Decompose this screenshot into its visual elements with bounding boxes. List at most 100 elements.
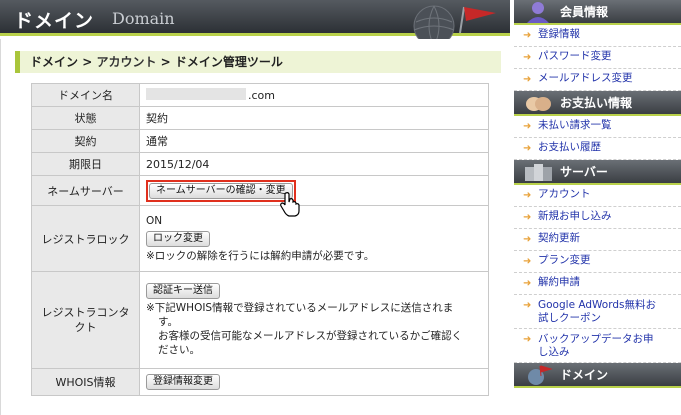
lock-status: ON (146, 215, 163, 227)
arrow-right-icon: ➜ (523, 30, 532, 41)
globe-icon (528, 365, 553, 385)
sidebar-header-payment: お支払い情報 (514, 91, 681, 116)
server-icon (525, 164, 552, 181)
whois-edit-button[interactable]: 登録情報変更 (146, 374, 220, 390)
globe-icon (413, 5, 455, 42)
contract-value: 通常 (139, 129, 489, 153)
expiry-value: 2015/12/04 (139, 152, 489, 176)
sidebar-item-label: メールアドレス変更 (538, 72, 633, 84)
breadcrumb: ドメイン > アカウント > ドメイン管理ツール (15, 51, 501, 73)
table-row: レジストラロック ON ロック変更 ※ロックの解除を行うには解約申請が必要です。 (31, 205, 489, 272)
contract-label: 契約 (31, 129, 140, 153)
sidebar-header-domain: ドメイン (514, 363, 681, 388)
domain-label: ドメイン名 (31, 83, 140, 107)
contact-label-line1: レジストラコンタ (41, 306, 130, 319)
whois-label: WHOIS情報 (31, 368, 140, 396)
whois-cell: 登録情報変更 (139, 368, 489, 396)
auth-key-wrap: 認証キー送信 (146, 283, 482, 299)
sidebar-item-label: アカウント (538, 188, 591, 200)
domain-info-table: ドメイン名 .com 状態 契約 契約 通常 期限日 2015/12/04 ネー… (31, 83, 489, 396)
user-icon (527, 2, 549, 23)
sidebar-header-member: 会員情報 (514, 0, 681, 25)
sidebar-domain-title: ドメイン (560, 368, 609, 382)
breadcrumb-sep: > (156, 55, 175, 69)
sidebar-member-title: 会員情報 (560, 5, 609, 19)
arrow-right-icon: ➜ (523, 278, 532, 289)
sidebar-member-menu: ➜ 登録情報 ➜ パスワード変更 ➜ メールアドレス変更 (514, 25, 681, 91)
header-title-jp: ドメイン (14, 10, 95, 32)
sidebar-item-unpaid[interactable]: ➜ 未払い請求一覧 (514, 116, 681, 138)
arrow-right-icon: ➜ (523, 334, 532, 345)
arrow-right-icon: ➜ (523, 234, 532, 245)
sidebar-item-label: プラン変更 (538, 254, 591, 266)
expiry-label: 期限日 (31, 152, 140, 176)
lock-button-wrap: ロック変更 (146, 231, 482, 247)
contact-note-line3: お客様の受信可能なメールアドレスが登録されているかご確認く (158, 330, 463, 342)
sidebar-item-account[interactable]: ➜ アカウント (514, 185, 681, 207)
arrow-right-icon: ➜ (523, 212, 532, 223)
sidebar-item-renewal[interactable]: ➜ 契約更新 (514, 229, 681, 251)
sidebar: 会員情報 ➜ 登録情報 ➜ パスワード変更 ➜ メールアドレス変更 お支払い情報 ➜ 未… (514, 0, 681, 415)
sidebar-server-title: サーバー (560, 165, 608, 179)
table-row: ドメイン名 .com (31, 83, 489, 107)
sidebar-item-label: 登録情報 (538, 28, 580, 40)
sidebar-item-password[interactable]: ➜ パスワード変更 (514, 47, 681, 69)
flag-icon (459, 6, 496, 34)
arrow-right-icon: ➜ (523, 121, 532, 132)
contact-note-line1: ※下記WHOIS情報で登録されているメールアドレスに送信されま (146, 302, 454, 314)
auth-key-send-button[interactable]: 認証キー送信 (146, 283, 220, 299)
domain-tld: .com (248, 89, 275, 102)
sidebar-item-cancel[interactable]: ➜ 解約申請 (514, 273, 681, 295)
hands-icon (526, 97, 551, 111)
sidebar-item-email[interactable]: ➜ メールアドレス変更 (514, 69, 681, 91)
registrar-contact-label: レジストラコンタ クト (31, 271, 140, 369)
nameserver-cell: ネームサーバーの確認・変更 (139, 175, 489, 206)
sidebar-payment-menu: ➜ 未払い請求一覧 ➜ お支払い履歴 (514, 116, 681, 160)
arrow-right-icon: ➜ (523, 190, 532, 201)
sidebar-item-registration[interactable]: ➜ 登録情報 (514, 25, 681, 47)
nameserver-button[interactable]: ネームサーバーの確認・変更 (149, 182, 293, 199)
domain-value: .com (139, 83, 489, 107)
sidebar-item-plan-change[interactable]: ➜ プラン変更 (514, 251, 681, 273)
sidebar-item-label: バックアップデータお申 (538, 333, 654, 345)
status-label: 状態 (31, 106, 140, 130)
table-row: ネームサーバー ネームサーバーの確認・変更 (31, 175, 489, 206)
sidebar-item-backup[interactable]: ➜ バックアップデータお申 し込み (514, 329, 681, 363)
lock-change-button[interactable]: ロック変更 (146, 231, 210, 247)
table-row: 契約 通常 (31, 129, 489, 153)
arrow-right-icon: ➜ (523, 74, 532, 85)
status-value: 契約 (139, 106, 489, 130)
contact-note-line2: す。 (158, 316, 178, 328)
breadcrumb-domain[interactable]: ドメイン (30, 55, 78, 69)
sidebar-item-label: 解約申請 (538, 276, 580, 288)
arrow-right-icon: ➜ (523, 52, 532, 63)
sidebar-item-label: 契約更新 (538, 232, 580, 244)
breadcrumb-current: ドメイン管理ツール (174, 55, 283, 69)
registrar-lock-label: レジストラロック (31, 205, 140, 272)
breadcrumb-account[interactable]: アカウント (96, 55, 156, 69)
hand-pointer-icon (280, 192, 300, 217)
contact-label-line2: クト (74, 321, 97, 334)
sidebar-server-menu: ➜ アカウント ➜ 新規お申し込み ➜ 契約更新 ➜ プラン変更 ➜ 解約申請 ➜ Goog… (514, 185, 681, 363)
redacted-block (146, 88, 246, 100)
table-row: 期限日 2015/12/04 (31, 152, 489, 176)
sidebar-item-label: Google AdWords無料お (538, 299, 656, 311)
sidebar-item-adwords[interactable]: ➜ Google AdWords無料お 試しクーポン (514, 295, 681, 329)
sidebar-item-label: パスワード変更 (538, 50, 612, 62)
sidebar-item-label-line2: 試しクーポン (538, 312, 601, 324)
sidebar-item-new-signup[interactable]: ➜ 新規お申し込み (514, 207, 681, 229)
highlight-box: ネームサーバーの確認・変更 (146, 179, 296, 202)
lock-note: ※ロックの解除を行うには解約申請が必要です。 (146, 250, 375, 262)
arrow-right-icon: ➜ (523, 300, 532, 311)
arrow-right-icon: ➜ (523, 143, 532, 154)
sidebar-item-label: 新規お申し込み (538, 210, 612, 222)
header-title-en: Domain (112, 9, 175, 28)
registrar-lock-cell: ON ロック変更 ※ロックの解除を行うには解約申請が必要です。 (139, 205, 489, 272)
main-content: ドメイン > アカウント > ドメイン管理ツール ドメイン名 .com 状態 契… (0, 39, 510, 415)
sidebar-item-history[interactable]: ➜ お支払い履歴 (514, 138, 681, 160)
registrar-contact-cell: 認証キー送信 ※下記WHOIS情報で登録されているメールアドレスに送信されま す… (139, 271, 489, 369)
contact-note-line4: ださい。 (158, 344, 200, 356)
header-bar: ドメイン Domain (0, 0, 510, 42)
sidebar-header-server: サーバー (514, 160, 681, 185)
sidebar-payment-title: お支払い情報 (560, 96, 633, 110)
